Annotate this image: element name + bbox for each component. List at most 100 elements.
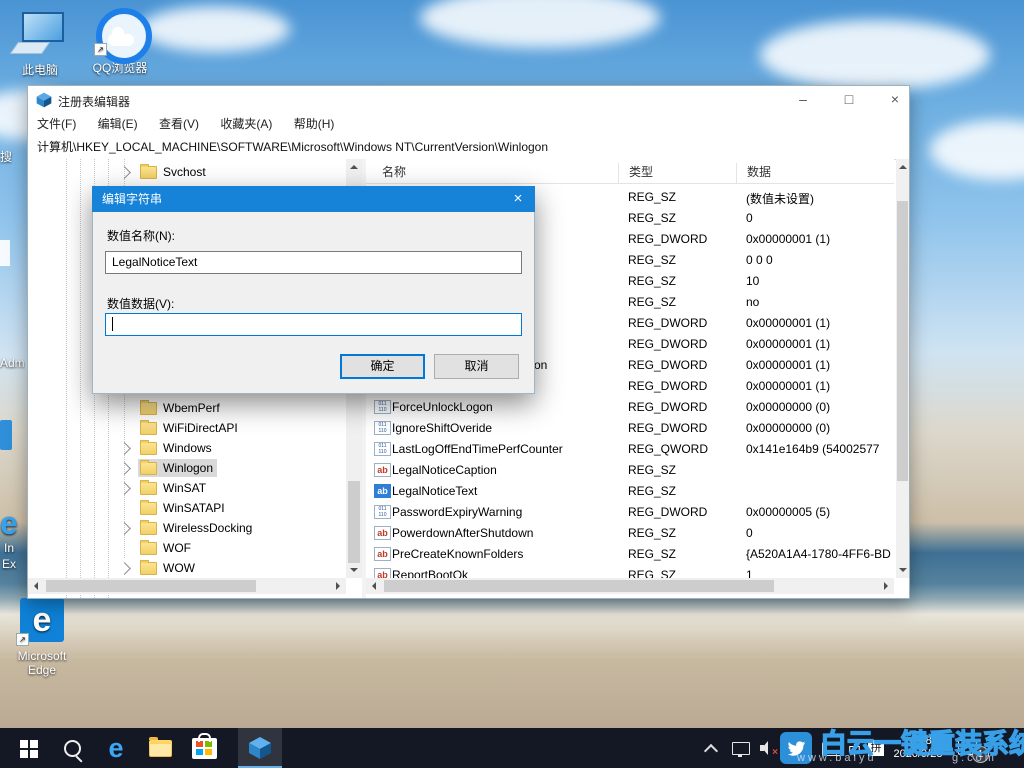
scroll-left-icon[interactable] — [30, 582, 38, 590]
tree-item-WiFiDirectAPI[interactable]: WiFiDirectAPI — [28, 418, 348, 438]
taskbar-clock[interactable]: 16:18 2020/9/28 — [886, 735, 950, 761]
taskbar-explorer-button[interactable] — [138, 728, 182, 768]
tree-item-WbemPerf[interactable]: WbemPerf — [28, 398, 348, 418]
scrollbar-thumb[interactable] — [897, 201, 908, 481]
column-header-name[interactable]: 名称 — [382, 163, 406, 180]
menu-edit[interactable]: 编辑(E) — [98, 113, 138, 135]
taskbar-edge-button[interactable]: e — [94, 728, 138, 768]
registry-value-row-PreCreateKnownFolders[interactable]: abPreCreateKnownFoldersREG_SZ{A520A1A4-1… — [366, 544, 894, 565]
value-name-field[interactable]: LegalNoticeText — [105, 251, 522, 274]
chevron-right-icon[interactable] — [118, 482, 131, 495]
registry-value-row-LegalNoticeCaption[interactable]: abLegalNoticeCaptionREG_SZ — [366, 460, 894, 481]
tree-item-Windows[interactable]: Windows — [28, 438, 348, 458]
tree-item-label: WbemPerf — [163, 401, 220, 415]
desktop-icon-qq-browser[interactable]: ↗ QQ浏览器 — [82, 8, 158, 76]
chevron-right-icon[interactable] — [118, 522, 131, 535]
taskbar-store-button[interactable] — [182, 728, 226, 768]
registry-value-row-PasswordExpiryWarning[interactable]: 011110PasswordExpiryWarningREG_DWORD0x00… — [366, 502, 894, 523]
scroll-down-icon[interactable] — [899, 568, 907, 576]
chevron-right-icon[interactable] — [118, 442, 131, 455]
registry-value-row-LegalNoticeText[interactable]: abLegalNoticeTextREG_SZ — [366, 481, 894, 502]
list-vertical-scrollbar[interactable] — [896, 159, 909, 578]
cancel-button[interactable]: 取消 — [434, 354, 519, 379]
desktop-icon-microsoft-edge[interactable]: e ↗ Microsoft Edge — [4, 598, 80, 677]
value-type: REG_SZ — [628, 274, 740, 288]
tree-item-WOW[interactable]: WOW — [28, 558, 348, 578]
value-type: REG_SZ — [628, 295, 740, 309]
list-horizontal-scrollbar[interactable] — [366, 578, 894, 594]
ime-language-indicator[interactable]: 中 — [848, 740, 861, 759]
value-data: 0 0 0 — [746, 253, 892, 267]
value-type: REG_SZ — [628, 547, 740, 561]
value-data-field[interactable] — [105, 313, 522, 336]
dialog-close-icon[interactable]: × — [501, 186, 535, 212]
value-type: REG_QWORD — [628, 442, 740, 456]
scroll-left-icon[interactable] — [368, 582, 376, 590]
scrollbar-thumb[interactable] — [384, 580, 774, 592]
taskbar-regedit-button[interactable] — [238, 728, 282, 768]
desktop-icon-label: Microsoft Edge — [10, 649, 74, 677]
menu-view[interactable]: 查看(V) — [159, 113, 199, 135]
menu-file[interactable]: 文件(F) — [37, 113, 76, 135]
dialog-title: 编辑字符串 — [102, 192, 162, 206]
tree-item-label: WOW — [163, 561, 195, 575]
chevron-right-icon[interactable] — [118, 562, 131, 575]
partial-icon-label: 搜 — [0, 148, 13, 165]
tree-item-WinSATAPI[interactable]: WinSATAPI — [28, 498, 348, 518]
column-header-type[interactable]: 类型 — [618, 163, 653, 183]
column-header-data[interactable]: 数据 — [736, 163, 771, 183]
taskbar-search-button[interactable] — [50, 728, 94, 768]
dialog-titlebar[interactable]: 编辑字符串 × — [92, 186, 535, 212]
registry-value-row-ForceUnlockLogon[interactable]: 011110ForceUnlockLogonREG_DWORD0x0000000… — [366, 397, 894, 418]
registry-value-row-PowerdownAfterShutdown[interactable]: abPowerdownAfterShutdownREG_SZ0 — [366, 523, 894, 544]
network-icon[interactable] — [732, 742, 750, 755]
value-type: REG_SZ — [628, 463, 740, 477]
tray-chevron-up-icon[interactable] — [704, 744, 718, 758]
shortcut-arrow-icon: ↗ — [16, 633, 29, 646]
touch-keyboard-icon[interactable] — [822, 742, 842, 756]
tree-item-WinSAT[interactable]: WinSAT — [28, 478, 348, 498]
value-name: IgnoreShiftOveride — [392, 421, 620, 435]
maximize-button[interactable]: □ — [834, 86, 864, 113]
tray-app-bird-icon[interactable] — [780, 732, 812, 764]
value-name: PasswordExpiryWarning — [392, 505, 620, 519]
tree-horizontal-scrollbar[interactable] — [28, 578, 346, 594]
tree-item-WOF[interactable]: WOF — [28, 538, 348, 558]
chevron-right-icon[interactable] — [118, 462, 131, 475]
address-bar[interactable]: 计算机\HKEY_LOCAL_MACHINE\SOFTWARE\Microsof… — [28, 135, 909, 160]
value-name: PreCreateKnownFolders — [392, 547, 620, 561]
tree-item-Svchost[interactable]: Svchost — [28, 162, 348, 182]
menu-help[interactable]: 帮助(H) — [294, 113, 335, 135]
registry-value-row-IgnoreShiftOveride[interactable]: 011110IgnoreShiftOverideREG_DWORD0x00000… — [366, 418, 894, 439]
value-data: 0x00000001 (1) — [746, 379, 892, 393]
windows-logo-icon — [20, 740, 28, 748]
mute-x-icon: × — [772, 747, 778, 758]
desktop-icon-this-pc[interactable]: 此电脑 — [2, 10, 78, 78]
folder-icon — [140, 402, 157, 415]
tree-item-Winlogon[interactable]: Winlogon — [28, 458, 348, 478]
scrollbar-thumb[interactable] — [348, 481, 360, 563]
scroll-up-icon[interactable] — [899, 161, 907, 169]
close-button[interactable]: × — [880, 86, 910, 113]
cloud-decor — [140, 6, 290, 52]
scroll-up-icon[interactable] — [350, 161, 358, 169]
scroll-right-icon[interactable] — [884, 582, 892, 590]
volume-muted-icon[interactable]: × — [760, 741, 774, 755]
tree-item-WirelessDocking[interactable]: WirelessDocking — [28, 518, 348, 538]
window-titlebar[interactable]: 注册表编辑器 – □ × — [28, 86, 909, 113]
chevron-right-icon[interactable] — [118, 166, 131, 179]
start-button[interactable] — [6, 728, 50, 768]
registry-value-row-LastLogOffEndTimePerfCounter[interactable]: 011110LastLogOffEndTimePerfCounterREG_QW… — [366, 439, 894, 460]
folder-icon — [140, 166, 157, 179]
value-type: REG_DWORD — [628, 505, 740, 519]
scroll-down-icon[interactable] — [350, 568, 358, 576]
ok-button[interactable]: 确定 — [340, 354, 425, 379]
menu-favorites[interactable]: 收藏夹(A) — [220, 113, 272, 135]
scrollbar-thumb[interactable] — [46, 580, 256, 592]
scroll-right-icon[interactable] — [336, 582, 344, 590]
minimize-button[interactable]: – — [788, 86, 818, 113]
value-name: LastLogOffEndTimePerfCounter — [392, 442, 620, 456]
value-name: LegalNoticeCaption — [392, 463, 620, 477]
folder-icon — [140, 542, 157, 555]
ime-pinyin-indicator[interactable]: 拼 — [868, 740, 884, 756]
